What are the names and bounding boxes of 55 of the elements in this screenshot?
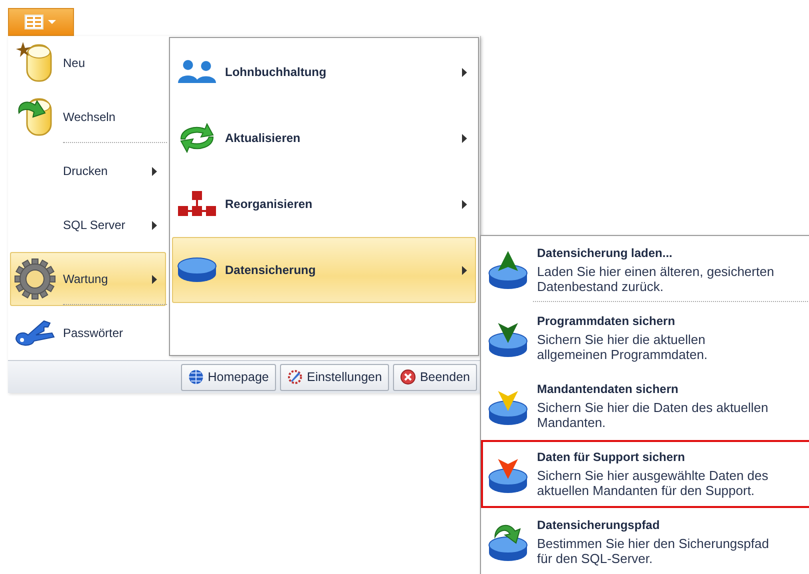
submenu-item[interactable]: Reorganisieren: [172, 171, 476, 237]
gear-icon: [14, 258, 56, 300]
footer-button[interactable]: Homepage: [180, 364, 276, 390]
disk-icon: [177, 256, 217, 284]
submenu-arrow-icon: [152, 166, 157, 176]
item-description: Sichern Sie hier die Daten des aktuellen Mandanten.: [537, 400, 770, 430]
item-title: Mandantendaten sichern: [537, 381, 680, 397]
submenu-arrow-icon: [462, 200, 467, 208]
menu-icon: [24, 14, 58, 30]
submenu-item[interactable]: Daten für Support sichern Sichern Sie hier ausgewählte Daten des aktuellen Mandanten für den Support.: [481, 440, 809, 508]
submenu-item[interactable]: Aktualisieren: [172, 105, 476, 171]
item-description: Laden Sie hier einen älteren, gesicherten Datenbestand zurück.: [537, 264, 776, 294]
globe-icon: [188, 369, 204, 385]
menu-item[interactable]: Passwörter: [10, 306, 166, 360]
new-database-icon: [15, 41, 55, 85]
submenu-arrow-icon: [462, 68, 467, 76]
menu-item[interactable]: SQL Server: [10, 198, 166, 252]
people-icon: [177, 59, 217, 85]
menu-item-label: Wechseln: [63, 110, 116, 124]
close-icon: [400, 369, 416, 385]
submenu-item[interactable]: Lohnbuchhaltung: [172, 39, 476, 105]
item-title: Datensicherung laden...: [537, 245, 674, 261]
footer-button[interactable]: Einstellungen: [280, 364, 389, 390]
submenu-item[interactable]: Datensicherungspfad Bestimmen Sie hier den Sicherungspfad für den SQL-Server.: [481, 508, 809, 574]
submenu-item-label: Aktualisieren: [225, 131, 302, 145]
submenu-arrow-icon: [152, 220, 157, 230]
item-description: Bestimmen Sie hier den Sicherungspfad für den SQL-Server.: [537, 536, 770, 566]
item-description: Sichern Sie hier die aktuellen allgemeinen Programmdaten.: [537, 332, 709, 362]
item-title: Daten für Support sichern: [537, 449, 686, 465]
menu-item[interactable]: Neu: [10, 36, 166, 90]
item-title: Programmdaten sichern: [537, 313, 676, 329]
submenu-item-label: Datensicherung: [225, 263, 317, 277]
menu-item-label: Passwörter: [63, 326, 124, 340]
submenu-item[interactable]: Datensicherung: [172, 237, 476, 303]
submenu-arrow-icon: [462, 134, 467, 142]
menu-item[interactable]: Wechseln: [10, 90, 166, 144]
menu-item-label: SQL Server: [63, 218, 126, 232]
settings-icon: [286, 369, 303, 385]
submenu-item[interactable]: Programmdaten sichern Sichern Sie hier die aktuellen allgemeinen Programmdaten.: [481, 304, 809, 372]
submenu-arrow-icon: [152, 274, 157, 284]
menu-item[interactable]: Wartung: [10, 252, 166, 306]
menu-item-label: Neu: [63, 56, 86, 70]
submenu-item[interactable]: Datensicherung laden... Laden Sie hier einen älteren, gesicherten Datenbestand zurück.: [481, 236, 809, 304]
footer-button[interactable]: Beenden: [392, 364, 477, 390]
item-title: Datensicherungspfad: [537, 517, 661, 533]
application-menu-button[interactable]: [8, 8, 74, 36]
submenu-item-label: Lohnbuchhaltung: [225, 65, 328, 79]
menu-item-label: Drucken: [63, 164, 109, 178]
network-icon: [177, 190, 217, 218]
menu-item-label: Wartung: [63, 272, 109, 286]
menu-item[interactable]: Drucken: [10, 144, 166, 198]
submenu-item[interactable]: Mandantendaten sichern Sichern Sie hier die Daten des aktuellen Mandanten.: [481, 372, 809, 440]
submenu-item-label: Reorganisieren: [225, 197, 314, 211]
item-description: Sichern Sie hier ausgewählte Daten des aktuellen Mandanten für den Support.: [537, 468, 770, 498]
submenu-arrow-icon: [462, 266, 467, 274]
